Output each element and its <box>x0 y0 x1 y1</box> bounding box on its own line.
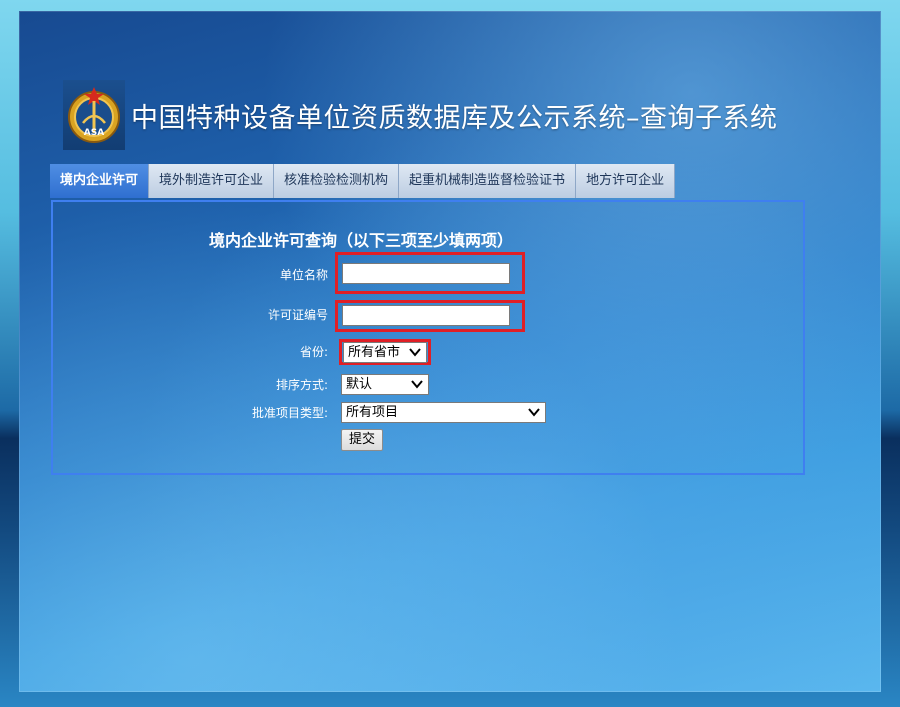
license-number-label: 许可证编号 <box>267 308 328 322</box>
unit-name-input[interactable] <box>342 263 510 284</box>
project-type-label: 批准项目类型: <box>251 406 328 420</box>
unit-name-label: 单位名称 <box>279 268 328 282</box>
tab-crane-inspection-certificate[interactable]: 起重机械制造监督检验证书 <box>399 164 577 198</box>
province-select[interactable]: 所有省市 <box>343 342 427 363</box>
main-frame: ASA 中国特种设备单位资质数据库及公示系统–查询子系统 境内企业许可 境外制造… <box>19 11 881 692</box>
chevron-down-icon <box>409 348 421 357</box>
submit-button[interactable]: 提交 <box>341 429 383 451</box>
sort-label: 排序方式: <box>275 378 328 392</box>
tab-inspection-institutions[interactable]: 核准检验检测机构 <box>274 164 400 198</box>
tab-bar: 境内企业许可 境外制造许可企业 核准检验检测机构 起重机械制造监督检验证书 地方… <box>50 164 676 198</box>
province-label: 省份: <box>299 345 328 359</box>
tab-domestic-license[interactable]: 境内企业许可 <box>50 164 150 198</box>
province-select-value: 所有省市 <box>348 345 401 360</box>
tab-overseas-manufacturing[interactable]: 境外制造许可企业 <box>149 164 275 198</box>
site-header: ASA 中国特种设备单位资质数据库及公示系统–查询子系统 <box>63 77 778 153</box>
license-number-input[interactable] <box>342 305 510 326</box>
query-title: 境内企业许可查询（以下三项至少填两项） <box>209 231 514 250</box>
site-title: 中国特种设备单位资质数据库及公示系统–查询子系统 <box>131 102 778 134</box>
sort-select[interactable]: 默认 <box>341 374 429 395</box>
sort-select-value: 默认 <box>346 377 373 392</box>
chevron-down-icon <box>528 408 540 417</box>
project-type-select[interactable]: 所有项目 <box>341 402 546 423</box>
customs-emblem-icon: ASA <box>63 80 125 150</box>
tab-local-license[interactable]: 地方许可企业 <box>576 164 676 198</box>
query-panel: 境内企业许可查询（以下三项至少填两项） 单位名称 许可证编号 省份: 所有省市 … <box>51 200 805 475</box>
project-type-select-value: 所有项目 <box>346 405 399 420</box>
svg-text:ASA: ASA <box>84 128 104 138</box>
chevron-down-icon <box>411 380 423 389</box>
